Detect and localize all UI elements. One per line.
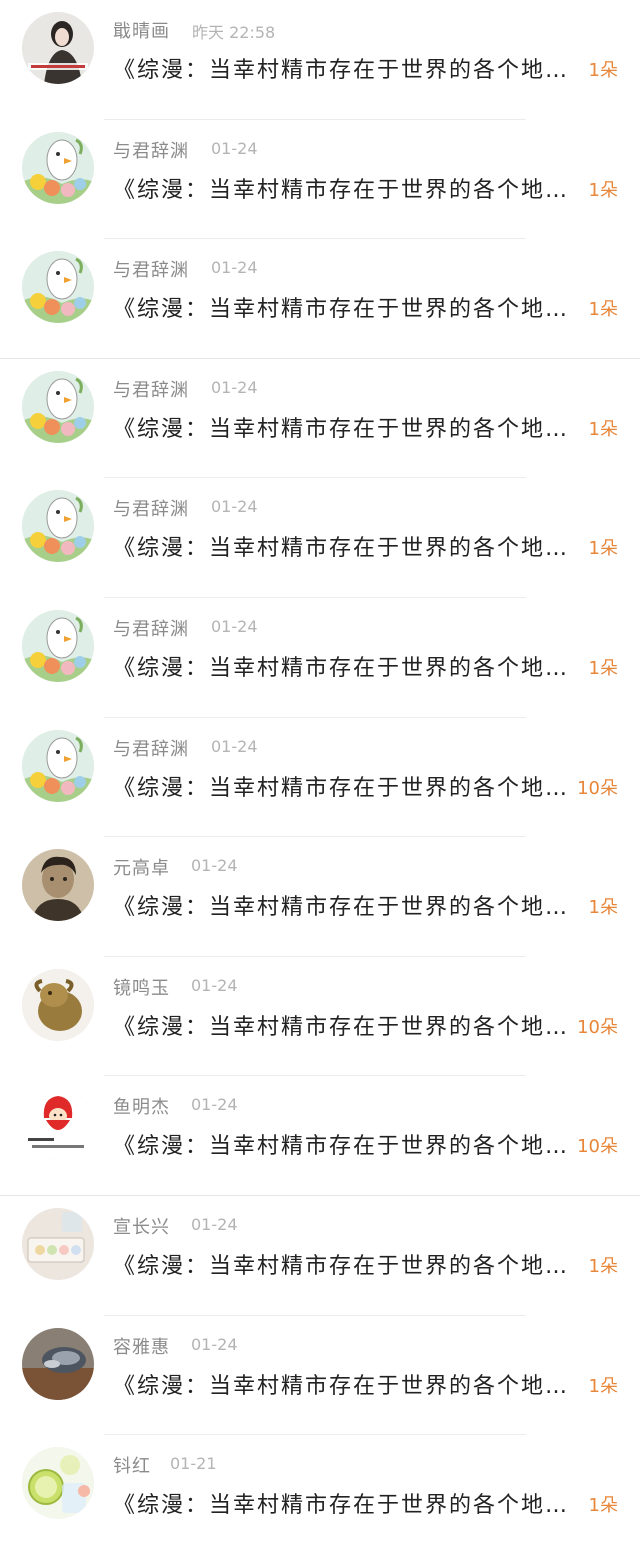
list-item[interactable]: 宣长兴 01-24 《综漫：当幸村精市存在于世界的各个地… 1朵 (0, 1196, 640, 1316)
avatar[interactable] (22, 1088, 94, 1161)
book-title[interactable]: 《综漫：当幸村精市存在于世界的各个地… (113, 770, 573, 802)
timestamp: 01-24 (191, 1334, 238, 1354)
timestamp: 01-24 (211, 497, 258, 517)
flower-count: 1朵 (588, 1255, 618, 1277)
list-item[interactable]: 与君辞渊 01-24 《综漫：当幸村精市存在于世界的各个地… 1朵 (0, 239, 640, 359)
list-item[interactable]: 容雅惠 01-24 《综漫：当幸村精市存在于世界的各个地… 1朵 (0, 1316, 640, 1436)
list-item[interactable]: 元高卓 01-24 《综漫：当幸村精市存在于世界的各个地… 1朵 (0, 837, 640, 957)
avatar-portrait-man-icon (22, 849, 94, 922)
user-name[interactable]: 与君辞渊 (113, 137, 189, 163)
avatar[interactable] (22, 1447, 94, 1520)
book-title[interactable]: 《综漫：当幸村精市存在于世界的各个地… (113, 52, 573, 84)
user-name[interactable]: 鱼明杰 (113, 1093, 170, 1119)
list-item[interactable]: 与君辞渊 01-24 《综漫：当幸村精市存在于世界的各个地… 1朵 (0, 359, 640, 479)
book-title[interactable]: 《综漫：当幸村精市存在于世界的各个地… (113, 1009, 573, 1041)
timestamp: 01-24 (191, 1214, 238, 1234)
avatar-cartoon-birds-icon (22, 729, 94, 802)
user-name[interactable]: 与君辞渊 (113, 376, 189, 402)
avatar[interactable] (22, 849, 94, 922)
user-name[interactable]: 容雅惠 (113, 1333, 170, 1359)
user-name[interactable]: 宣长兴 (113, 1213, 170, 1239)
timestamp: 01-24 (191, 856, 238, 876)
avatar[interactable] (22, 968, 94, 1041)
book-title[interactable]: 《综漫：当幸村精市存在于世界的各个地… (113, 411, 573, 443)
list-item[interactable]: 与君辞渊 01-24 《综漫：当幸村精市存在于世界的各个地… 1朵 (0, 478, 640, 598)
book-title[interactable]: 《综漫：当幸村精市存在于世界的各个地… (113, 889, 573, 921)
avatar[interactable] (22, 1327, 94, 1400)
flower-count: 10朵 (577, 777, 618, 799)
avatar-carved-figurine-icon (22, 968, 94, 1041)
list-item[interactable]: 与君辞渊 01-24 《综漫：当幸村精市存在于世界的各个地… 1朵 (0, 598, 640, 718)
flower-count: 1朵 (588, 179, 618, 201)
flower-count: 1朵 (588, 657, 618, 679)
flower-count: 10朵 (577, 1016, 618, 1038)
timestamp: 01-24 (191, 1095, 238, 1115)
avatar-macarons-icon (22, 1207, 94, 1280)
avatar-portrait-woman-icon (22, 12, 94, 84)
avatar[interactable] (22, 1207, 94, 1280)
book-title[interactable]: 《综漫：当幸村精市存在于世界的各个地… (113, 1368, 573, 1400)
user-name[interactable]: 戢晴画 (113, 17, 170, 43)
timestamp: 01-24 (211, 736, 258, 756)
avatar-cartoon-birds-icon (22, 370, 94, 443)
avatar-shell-icon (22, 1327, 94, 1400)
list-item[interactable]: 与君辞渊 01-24 《综漫：当幸村精市存在于世界的各个地… 1朵 (0, 120, 640, 240)
avatar-cartoon-birds-icon (22, 251, 94, 324)
user-name[interactable]: 镜鸣玉 (113, 974, 170, 1000)
timestamp: 昨天 22:58 (192, 23, 276, 42)
avatar-cartoon-birds-icon (22, 609, 94, 682)
flower-count: 1朵 (588, 1375, 618, 1397)
book-title[interactable]: 《综漫：当幸村精市存在于世界的各个地… (113, 172, 573, 204)
avatar[interactable] (22, 370, 94, 443)
avatar[interactable] (22, 251, 94, 324)
list-item[interactable]: 戢晴画 昨天 22:58 《综漫：当幸村精市存在于世界的各个地… 1朵 (0, 0, 640, 120)
timestamp: 01-24 (211, 138, 258, 158)
list-item[interactable]: 镜鸣玉 01-24 《综漫：当幸村精市存在于世界的各个地… 10朵 (0, 957, 640, 1077)
timestamp: 01-24 (211, 377, 258, 397)
book-title[interactable]: 《综漫：当幸村精市存在于世界的各个地… (113, 1487, 573, 1519)
timestamp: 01-24 (211, 258, 258, 278)
avatar[interactable] (22, 729, 94, 802)
user-name[interactable]: 与君辞渊 (113, 495, 189, 521)
flower-count: 1朵 (588, 538, 618, 560)
timestamp: 01-24 (211, 616, 258, 636)
timestamp: 01-21 (170, 1454, 217, 1474)
flower-count: 1朵 (588, 1495, 618, 1517)
list-item[interactable]: 鱼明杰 01-24 《综漫：当幸村精市存在于世界的各个地… 10朵 (0, 1076, 640, 1196)
avatar-cartoon-birds-icon (22, 490, 94, 563)
user-name[interactable]: 钭红 (113, 1452, 151, 1478)
user-name[interactable]: 与君辞渊 (113, 256, 189, 282)
flower-count: 10朵 (577, 1136, 618, 1158)
avatar[interactable] (22, 609, 94, 682)
user-name[interactable]: 与君辞渊 (113, 735, 189, 761)
avatar[interactable] (22, 12, 94, 84)
flower-count: 1朵 (588, 897, 618, 919)
book-title[interactable]: 《综漫：当幸村精市存在于世界的各个地… (113, 1128, 573, 1160)
user-name[interactable]: 与君辞渊 (113, 615, 189, 641)
avatar-cartoon-birds-icon (22, 131, 94, 204)
book-title[interactable]: 《综漫：当幸村精市存在于世界的各个地… (113, 530, 573, 562)
book-title[interactable]: 《综漫：当幸村精市存在于世界的各个地… (113, 1248, 573, 1280)
avatar[interactable] (22, 131, 94, 204)
book-title[interactable]: 《综漫：当幸村精市存在于世界的各个地… (113, 291, 573, 323)
avatar-red-hood-cartoon-icon (22, 1088, 94, 1161)
timestamp: 01-24 (191, 975, 238, 995)
flower-count: 1朵 (588, 60, 618, 81)
gift-record-list: 戢晴画 昨天 22:58 《综漫：当幸村精市存在于世界的各个地… 1朵 与君辞渊… (0, 0, 640, 1555)
user-name[interactable]: 元高卓 (113, 854, 170, 880)
flower-count: 1朵 (588, 418, 618, 440)
flower-count: 1朵 (588, 299, 618, 321)
list-item[interactable]: 与君辞渊 01-24 《综漫：当幸村精市存在于世界的各个地… 10朵 (0, 718, 640, 838)
list-item[interactable]: 钭红 01-21 《综漫：当幸村精市存在于世界的各个地… 1朵 (0, 1435, 640, 1555)
book-title[interactable]: 《综漫：当幸村精市存在于世界的各个地… (113, 650, 573, 682)
avatar-lemon-drink-icon (22, 1447, 94, 1520)
avatar[interactable] (22, 490, 94, 563)
